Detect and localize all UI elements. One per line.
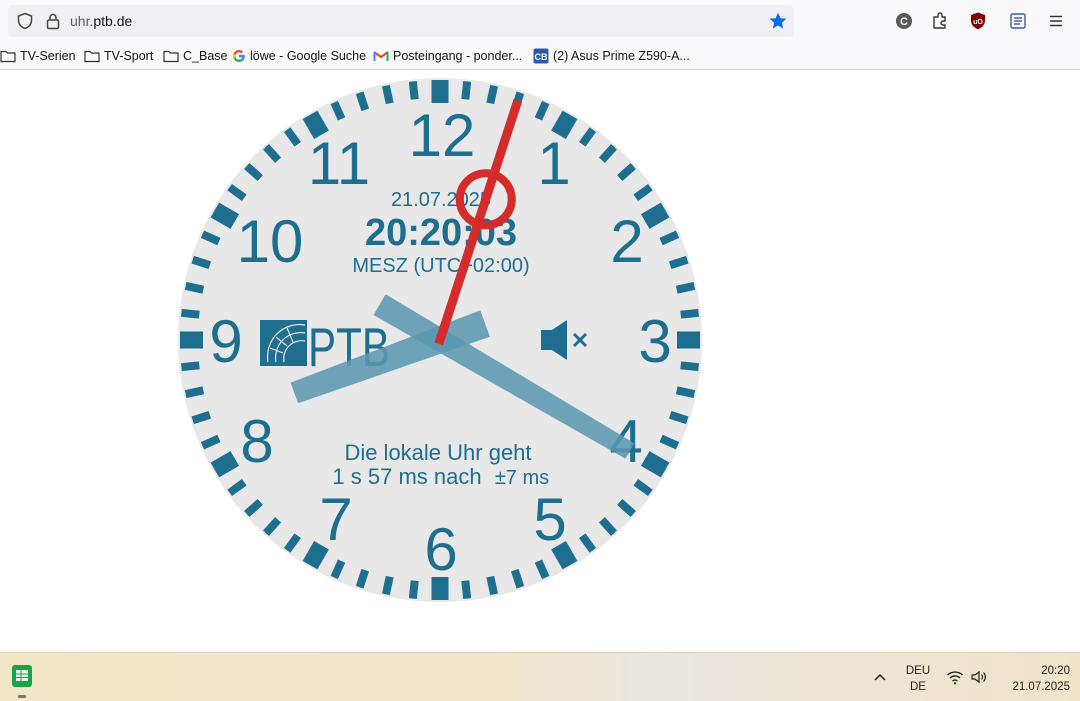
offset-status-line2: 1 s 57 ms nach bbox=[332, 464, 481, 489]
numeral-5: 5 bbox=[533, 486, 566, 553]
svg-text:C: C bbox=[900, 16, 908, 28]
extensions-puzzle-icon[interactable] bbox=[930, 11, 950, 31]
bookmark-tv-sport[interactable]: TV-Sport bbox=[84, 47, 153, 65]
lock-icon[interactable] bbox=[44, 12, 62, 30]
url-text[interactable]: uhr.ptb.de bbox=[70, 13, 132, 29]
numeral-12: 12 bbox=[409, 102, 476, 169]
bookmark-gmail[interactable]: Posteingang - ponder... bbox=[373, 47, 522, 65]
hour-tick bbox=[640, 202, 670, 229]
shield-icon[interactable] bbox=[16, 12, 34, 30]
minute-tick bbox=[382, 84, 394, 105]
minute-tick bbox=[675, 282, 696, 294]
minute-tick bbox=[486, 84, 498, 105]
numeral-11: 11 bbox=[308, 130, 370, 197]
bookmark-label: TV-Serien bbox=[20, 49, 76, 63]
system-time: 20:20 bbox=[1041, 665, 1070, 677]
svg-text:CB: CB bbox=[535, 52, 548, 62]
numeral-7: 7 bbox=[319, 486, 352, 553]
speaker-icon[interactable] bbox=[970, 669, 988, 685]
minute-tick bbox=[680, 361, 699, 372]
analog-clock: 12 1 2 3 4 5 6 7 8 9 10 11 21.07.2025 20… bbox=[178, 78, 702, 602]
lang-code: DEU bbox=[905, 665, 931, 677]
bookmarks-bar: TV-Serien TV-Sport C_Base löwe - Google … bbox=[0, 42, 1080, 70]
minute-tick bbox=[680, 308, 699, 319]
wifi-icon[interactable] bbox=[946, 669, 964, 685]
reader-view-icon[interactable] bbox=[1008, 11, 1028, 31]
hour-tick bbox=[210, 451, 240, 478]
bookmark-google-search[interactable]: löwe - Google Suche bbox=[232, 47, 366, 65]
clock-digital-time: 20:20:03 bbox=[365, 212, 517, 254]
offset-tolerance: ±7 ms bbox=[495, 467, 549, 489]
minute-tick bbox=[191, 255, 212, 270]
c-extension-icon[interactable]: C bbox=[894, 11, 914, 31]
minute-tick bbox=[181, 361, 200, 372]
clock-date: 21.07.2025 bbox=[391, 189, 491, 211]
address-bar[interactable]: uhr.ptb.de bbox=[8, 5, 794, 37]
bookmark-label: TV-Sport bbox=[104, 49, 154, 63]
numeral-6: 6 bbox=[424, 516, 457, 583]
numeral-1: 1 bbox=[537, 130, 570, 197]
minute-tick bbox=[355, 568, 370, 589]
bookmark-star-icon[interactable] bbox=[768, 11, 788, 31]
minute-tick bbox=[408, 81, 419, 100]
minute-tick bbox=[191, 410, 212, 425]
numeral-9: 9 bbox=[209, 308, 242, 375]
system-date: 21.07.2025 bbox=[1012, 681, 1070, 693]
bookmark-label: löwe - Google Suche bbox=[250, 49, 367, 63]
url-domain: ptb.de bbox=[93, 13, 133, 29]
chevron-up-icon[interactable] bbox=[872, 670, 888, 684]
minute-tick bbox=[184, 282, 205, 294]
hour-tick bbox=[210, 202, 240, 229]
minute-tick bbox=[184, 386, 205, 398]
system-clock[interactable]: 20:20 21.07.2025 bbox=[996, 663, 1070, 695]
numeral-10: 10 bbox=[237, 208, 304, 275]
hour-tick bbox=[640, 451, 670, 478]
minute-tick bbox=[510, 568, 525, 589]
minute-tick bbox=[181, 308, 200, 319]
minute-tick bbox=[408, 580, 419, 599]
minute-tick bbox=[668, 255, 689, 270]
input-language[interactable]: DEU DE bbox=[900, 663, 936, 695]
minute-tick bbox=[461, 580, 472, 599]
google-icon bbox=[233, 50, 245, 62]
svg-text:uO: uO bbox=[973, 19, 983, 26]
bookmark-label: C_Base bbox=[183, 49, 228, 63]
menu-icon[interactable] bbox=[1046, 11, 1066, 31]
minute-tick bbox=[668, 410, 689, 425]
bookmark-label: (2) Asus Prime Z590-A... bbox=[553, 49, 690, 63]
minute-tick bbox=[675, 386, 696, 398]
bookmark-label: Posteingang - ponder... bbox=[393, 49, 523, 63]
folder-icon bbox=[163, 50, 179, 63]
bookmark-c-base[interactable]: C_Base bbox=[163, 47, 227, 65]
url-prefix: uhr. bbox=[70, 13, 94, 29]
running-indicator bbox=[18, 695, 26, 698]
browser-toolbar: uhr.ptb.de C uO bbox=[0, 0, 1080, 42]
ublock-icon[interactable]: uO bbox=[968, 11, 988, 31]
minute-tick bbox=[486, 575, 498, 596]
numeral-8: 8 bbox=[240, 408, 273, 475]
keyboard-layout: DE bbox=[910, 681, 926, 693]
minute-tick bbox=[355, 91, 370, 112]
bookmark-tv-serien[interactable]: TV-Serien bbox=[0, 47, 76, 65]
numeral-2: 2 bbox=[610, 208, 643, 275]
offset-status-line1: Die lokale Uhr geht bbox=[344, 440, 531, 465]
clock-timezone: MESZ (UTC+02:00) bbox=[352, 255, 529, 277]
minute-tick bbox=[382, 575, 394, 596]
gmail-icon bbox=[373, 51, 389, 61]
cb-icon: CB bbox=[533, 48, 549, 64]
spreadsheet-app-icon[interactable] bbox=[11, 664, 33, 688]
bookmark-asus-board[interactable]: CB (2) Asus Prime Z590-A... bbox=[533, 47, 690, 65]
windows-taskbar: DEU DE 20:20 21.07.2025 bbox=[0, 652, 1080, 701]
numeral-3: 3 bbox=[638, 308, 671, 375]
folder-icon bbox=[84, 50, 100, 63]
minute-tick bbox=[461, 81, 472, 100]
folder-icon bbox=[0, 50, 16, 63]
